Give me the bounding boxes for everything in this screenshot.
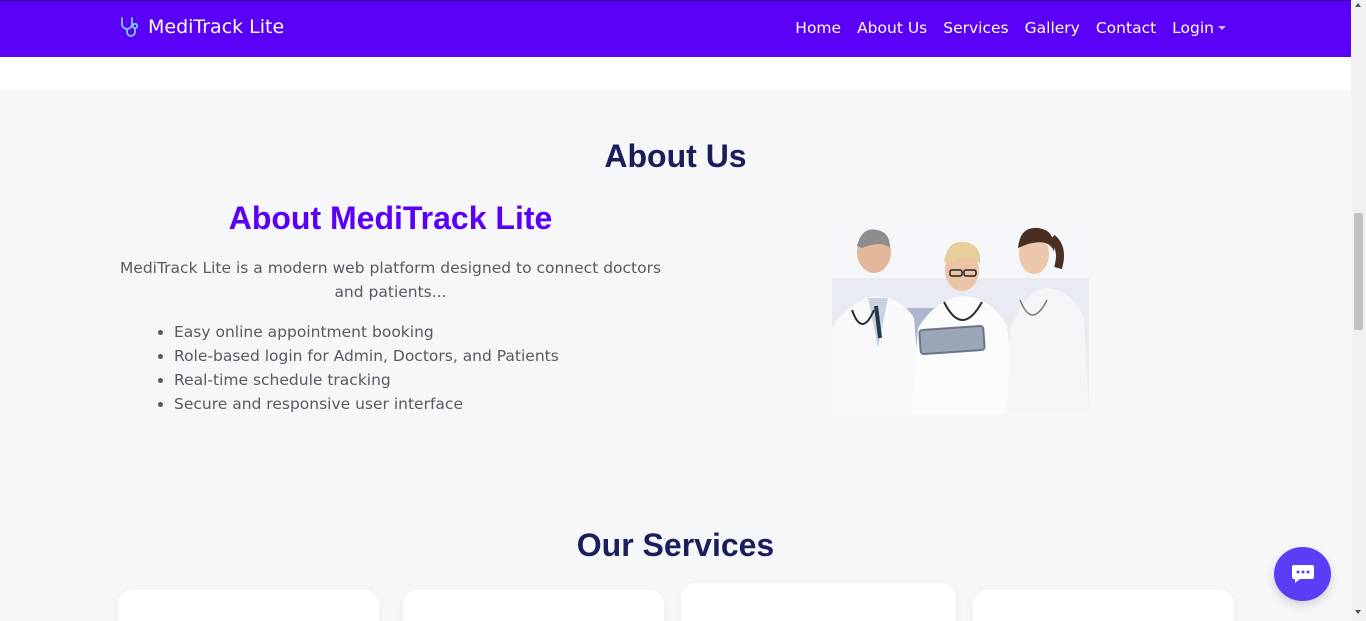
login-dropdown[interactable]: Login <box>1172 19 1226 37</box>
caret-down-icon <box>1218 26 1226 30</box>
about-description: MediTrack Lite is a modern web platform … <box>119 259 662 301</box>
page-scrollbar[interactable] <box>1351 0 1366 621</box>
chat-bubble-icon <box>1291 565 1314 583</box>
service-card[interactable] <box>403 590 664 621</box>
service-card[interactable] <box>973 590 1234 621</box>
scroll-thumb[interactable] <box>1354 213 1363 330</box>
nav-link-home[interactable]: Home <box>795 19 841 37</box>
about-section-title: About Us <box>604 138 747 174</box>
list-item: Easy online appointment booking <box>158 320 559 344</box>
brand-name: MediTrack Lite <box>148 16 285 38</box>
feature-list: Easy online appointment booking Role-bas… <box>158 320 559 416</box>
doctors-photo <box>832 218 1089 414</box>
navbar: MediTrack Lite Home About Us Services Ga… <box>0 0 1351 57</box>
services-section-title: Our Services <box>576 527 775 563</box>
about-subtitle: About MediTrack Lite <box>228 200 553 236</box>
list-item: Secure and responsive user interface <box>158 392 559 416</box>
scroll-up-icon[interactable] <box>1355 3 1361 7</box>
header-spacer <box>0 57 1351 90</box>
scroll-down-icon[interactable] <box>1355 610 1361 614</box>
nav-link-about-us[interactable]: About Us <box>857 19 927 37</box>
nav-link-contact[interactable]: Contact <box>1096 19 1156 37</box>
list-item: Role-based login for Admin, Doctors, and… <box>158 344 559 368</box>
stethoscope-icon <box>121 17 139 37</box>
service-card[interactable] <box>681 583 956 621</box>
brand[interactable]: MediTrack Lite <box>118 15 284 39</box>
login-label: Login <box>1172 19 1214 37</box>
chat-button[interactable] <box>1274 547 1331 601</box>
list-item: Real-time schedule tracking <box>158 368 559 392</box>
nav-link-services[interactable]: Services <box>943 19 1008 37</box>
nav-link-gallery[interactable]: Gallery <box>1025 19 1080 37</box>
nav-menu: Home About Us Services Gallery Contact L… <box>795 19 1226 37</box>
service-card[interactable] <box>118 590 379 621</box>
